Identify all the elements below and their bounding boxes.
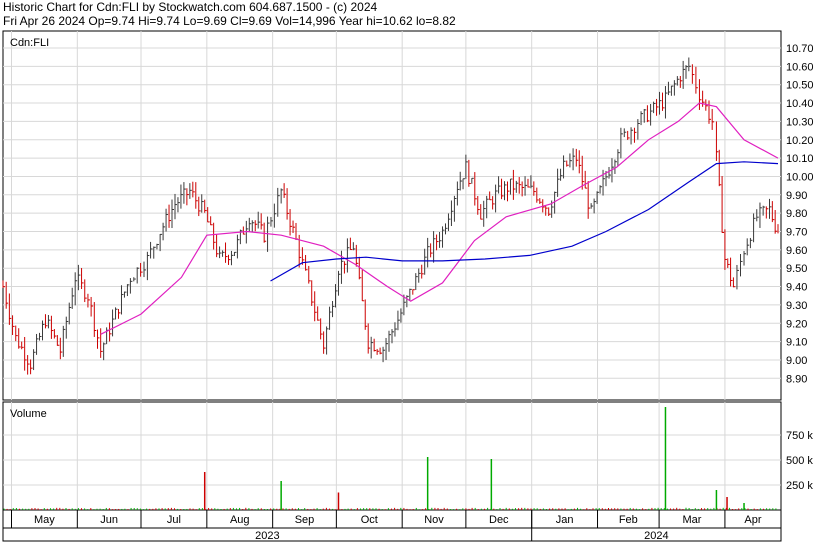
volume-tick-label: 500 k	[786, 455, 813, 467]
month-label: Sep	[295, 514, 315, 526]
price-tick-label: 10.60	[786, 61, 814, 73]
volume-panel	[2, 401, 782, 511]
chart-page: Historic Chart for Cdn:FLI by Stockwatch…	[0, 0, 830, 543]
price-tick-label: 10.20	[786, 135, 814, 147]
price-tick-label: 10.30	[786, 116, 814, 128]
month-label: Feb	[619, 514, 638, 526]
year-label-2023: 2023	[255, 530, 279, 542]
month-label: Jul	[167, 514, 181, 526]
price-tick-label: 10.00	[786, 171, 814, 183]
price-tick-label: 10.70	[786, 43, 814, 55]
price-panel	[2, 30, 782, 401]
price-tick-label: 9.00	[786, 355, 807, 367]
price-tick-label: 9.40	[786, 282, 807, 294]
price-tick-label: 10.50	[786, 80, 814, 92]
month-label: Mar	[683, 514, 702, 526]
month-label: May	[34, 514, 55, 526]
month-label: Aug	[230, 514, 250, 526]
price-tick-label: 9.20	[786, 318, 807, 330]
price-tick-label: 9.30	[786, 300, 807, 312]
month-label: Jan	[556, 514, 574, 526]
month-label: Oct	[361, 514, 378, 526]
price-tick-label: 9.50	[786, 263, 807, 275]
price-tick-label: 10.10	[786, 153, 814, 165]
price-tick-label: 9.60	[786, 245, 807, 257]
month-label: Apr	[744, 514, 761, 526]
price-tick-label: 9.90	[786, 190, 807, 202]
month-label: Dec	[489, 514, 509, 526]
year-label-2024: 2024	[644, 530, 668, 542]
symbol-label: Cdn:FLI	[10, 37, 49, 49]
volume-tick-label: 250 k	[786, 480, 813, 492]
price-tick-label: 8.90	[786, 373, 807, 385]
price-tick-label: 9.80	[786, 208, 807, 220]
price-tick-label: 9.70	[786, 227, 807, 239]
month-label: Nov	[424, 514, 444, 526]
stock-chart: 10.70 10.60 10.50 10.40 10.30 10.20 10.10 10.00…	[2, 30, 814, 542]
volume-label: Volume	[10, 408, 47, 420]
volume-tick-label: 750 k	[786, 430, 813, 442]
price-tick-label: 10.40	[786, 98, 814, 110]
month-label: Jun	[100, 514, 118, 526]
price-tick-label: 9.10	[786, 337, 807, 349]
